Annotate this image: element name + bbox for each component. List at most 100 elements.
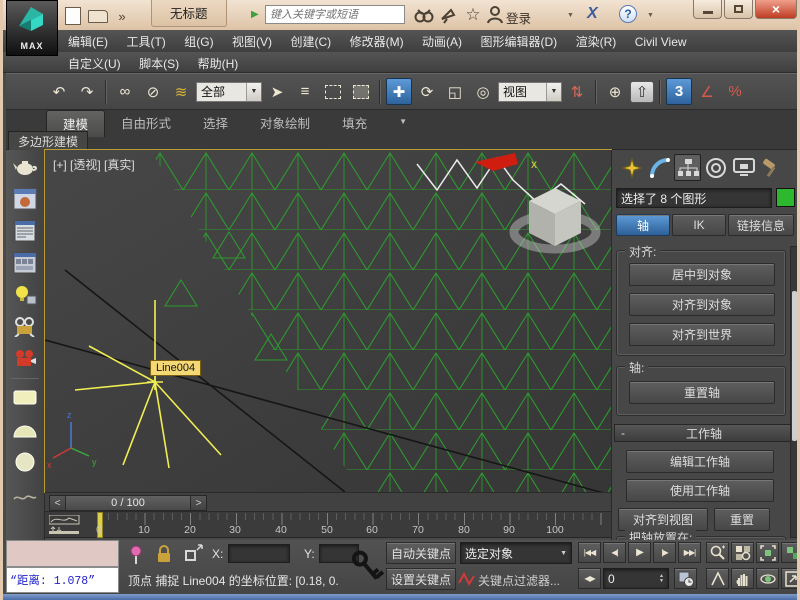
panel-scrollbar[interactable] <box>790 246 799 538</box>
ribbon-tab-freeform[interactable]: 自由形式 <box>105 110 187 137</box>
key-filters-button[interactable]: 关键点过滤器... <box>478 572 560 589</box>
link-info-button[interactable]: 链接信息 <box>728 214 794 236</box>
display-tab-icon[interactable] <box>730 154 757 181</box>
video-camera-icon[interactable] <box>8 344 42 374</box>
motion-tab-icon[interactable] <box>702 154 729 181</box>
select-manipulate-icon[interactable]: ⊕ <box>602 78 628 105</box>
create-tab-icon[interactable] <box>618 154 645 181</box>
search-flyout-icon[interactable]: ▶ <box>251 9 259 20</box>
ribbon-tab-selection[interactable]: 选择 <box>187 110 244 137</box>
perspective-viewport[interactable]: x z x y <box>45 150 611 492</box>
list-panel-icon[interactable] <box>8 216 42 246</box>
current-frame-field[interactable]: 0 ▲▼ <box>603 568 669 589</box>
menu-customize[interactable]: 自定义(U) <box>61 52 128 75</box>
hierarchy-tab-icon[interactable] <box>674 154 701 181</box>
user-icon[interactable] <box>487 5 503 24</box>
select-place-icon[interactable]: ◎ <box>470 78 496 105</box>
frame-spinner[interactable]: ▲▼ <box>659 574 664 584</box>
menu-views[interactable]: 视图(V) <box>225 30 279 53</box>
time-slider-handle[interactable]: < 0 / 100 > <box>49 495 207 511</box>
goto-start-button[interactable]: |◀◀ <box>578 542 601 563</box>
rect-light-icon[interactable] <box>8 383 42 413</box>
help-dropdown-icon[interactable]: ▼ <box>647 12 654 19</box>
menu-graph-editors[interactable]: 图形编辑器(D) <box>474 30 565 53</box>
reset-pivot-button[interactable]: 重置轴 <box>629 381 775 404</box>
menu-create[interactable]: 创建(C) <box>283 30 338 53</box>
object-name-field[interactable]: 选择了 8 个图形 <box>616 188 772 208</box>
align-to-view-button[interactable]: 对齐到视图 <box>618 508 708 531</box>
search-input[interactable] <box>265 5 405 24</box>
fov-icon[interactable] <box>706 568 729 589</box>
set-key-button[interactable]: 设置关键点 <box>386 568 456 590</box>
goto-end-button[interactable]: ▶▶| <box>678 542 701 563</box>
close-button[interactable]: × <box>755 0 797 19</box>
quick-access-flyout-icon[interactable]: » <box>111 6 133 26</box>
previous-frame-button[interactable]: ◀| <box>603 542 626 563</box>
menu-help[interactable]: 帮助(H) <box>191 52 246 75</box>
maximize-viewport-icon[interactable] <box>781 568 800 589</box>
combo-arrow-icon[interactable]: ▼ <box>546 83 561 101</box>
keyboard-override-icon[interactable]: ⇧ <box>630 81 654 103</box>
layer-panel-icon[interactable] <box>8 248 42 278</box>
select-move-icon[interactable]: ✚ <box>386 78 412 105</box>
utilities-tab-icon[interactable] <box>758 154 785 181</box>
pivot-button[interactable]: 轴 <box>616 214 670 236</box>
snap-toggle-3d-icon[interactable]: 3 <box>666 78 692 105</box>
keyable-curve-icon[interactable] <box>458 571 476 587</box>
percent-snap-icon[interactable]: % <box>722 78 748 105</box>
ribbon-tab-populate[interactable]: 填充 <box>326 110 383 137</box>
use-working-pivot-button[interactable]: 使用工作轴 <box>626 479 774 502</box>
ik-button[interactable]: IK <box>672 214 726 236</box>
communication-center-icon[interactable] <box>439 6 459 24</box>
new-file-icon[interactable] <box>65 7 81 25</box>
film-camera-icon[interactable] <box>8 312 42 342</box>
scrollbar-thumb[interactable] <box>792 291 797 441</box>
menu-civil-view[interactable]: Civil View <box>628 32 694 52</box>
bind-spacewarp-icon[interactable]: ≋ <box>168 78 194 105</box>
working-pivot-rollout-header[interactable]: - 工作轴 <box>614 424 794 442</box>
zoom-extents-selected-icon[interactable] <box>756 542 779 563</box>
login-dropdown-icon[interactable]: ▼ <box>567 12 574 19</box>
crossing-selection-icon[interactable] <box>348 78 374 105</box>
app-logo[interactable]: MAX <box>6 0 58 56</box>
exchange-x-icon[interactable]: X <box>587 5 598 23</box>
play-button[interactable]: ▶ <box>628 542 651 563</box>
select-by-name-icon[interactable]: ≡ <box>292 78 318 105</box>
ribbon-tab-object-paint[interactable]: 对象绘制 <box>244 110 326 137</box>
transform-typein-toggle-icon[interactable] <box>184 544 204 563</box>
coord-system-combo[interactable]: 视图 ▼ <box>498 82 562 102</box>
menu-tools[interactable]: 工具(T) <box>119 30 172 53</box>
undo-icon[interactable]: ↶ <box>46 78 72 105</box>
combo-arrow-icon[interactable]: ▼ <box>246 83 261 101</box>
redo-icon[interactable]: ↷ <box>74 78 100 105</box>
time-config-icon[interactable] <box>674 568 697 589</box>
reset-button[interactable]: 重置 <box>714 508 770 531</box>
minimize-button[interactable] <box>693 0 722 19</box>
track-bar-ruler[interactable] <box>95 513 607 537</box>
wave-icon[interactable] <box>8 483 42 513</box>
center-to-object-button[interactable]: 居中到对象 <box>629 263 775 286</box>
selection-set-combo[interactable]: 选定对象 ▼ <box>460 542 572 564</box>
maxscript-listener-output[interactable]: “距离: 1.078” <box>6 567 119 593</box>
unlink-icon[interactable]: ⊘ <box>140 78 166 105</box>
next-frame-button[interactable]: |▶ <box>653 542 676 563</box>
sphere-light-icon[interactable] <box>8 447 42 477</box>
edit-working-pivot-button[interactable]: 编辑工作轴 <box>626 450 774 473</box>
menu-edit[interactable]: 编辑(E) <box>61 30 115 53</box>
auto-key-button[interactable]: 自动关键点 <box>386 542 456 564</box>
favorites-star-icon[interactable]: ☆ <box>462 5 484 25</box>
time-slider[interactable]: < 0 / 100 > <box>45 492 611 512</box>
x-coord-input[interactable] <box>228 544 290 563</box>
menu-animation[interactable]: 动画(A) <box>415 30 469 53</box>
search-binoculars-icon[interactable] <box>413 6 435 24</box>
menu-modifiers[interactable]: 修改器(M) <box>343 30 411 53</box>
link-icon[interactable]: ∞ <box>112 78 138 105</box>
help-icon[interactable]: ? <box>619 5 637 23</box>
ribbon-minimize-icon[interactable]: ▼ <box>383 110 423 137</box>
next-frame-arrow[interactable]: > <box>190 496 206 510</box>
select-scale-icon[interactable]: ◱ <box>442 78 468 105</box>
align-to-world-button[interactable]: 对齐到世界 <box>629 323 775 346</box>
dome-light-icon[interactable] <box>8 415 42 445</box>
zoom-icon[interactable] <box>706 542 729 563</box>
angle-snap-icon[interactable]: ∠ <box>694 78 720 105</box>
